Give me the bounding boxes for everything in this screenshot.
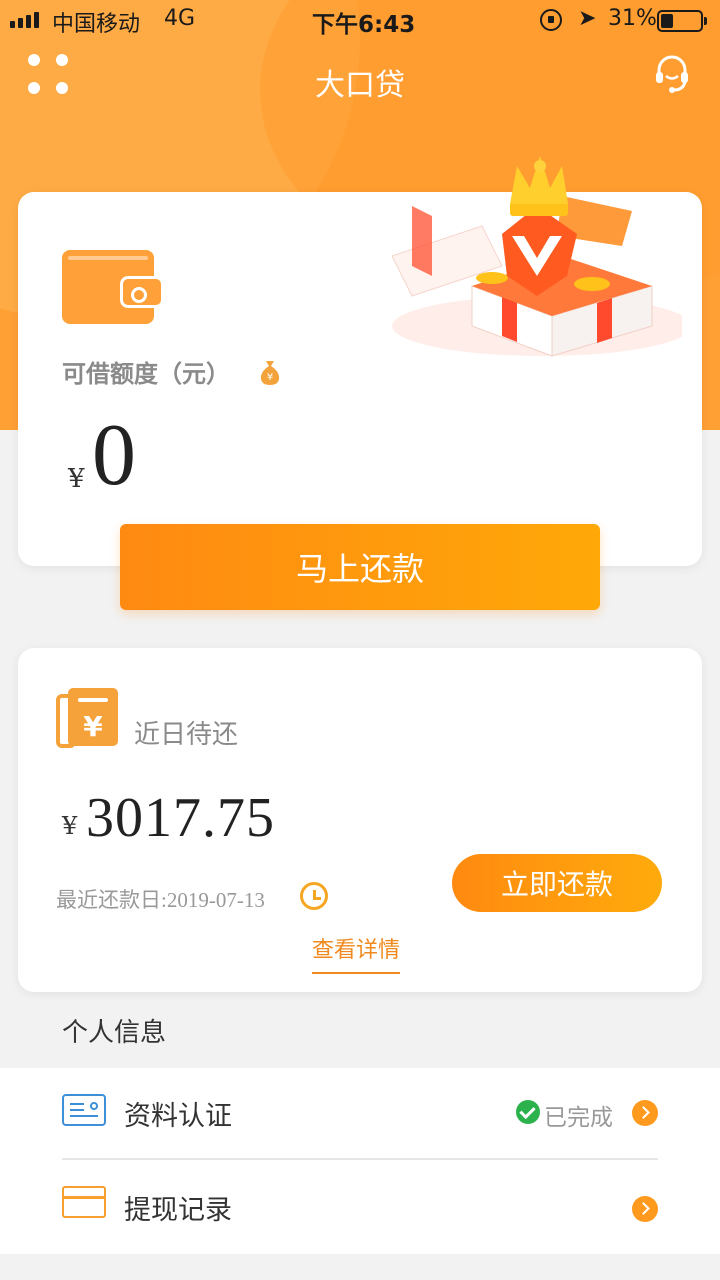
view-details-link[interactable]: 查看详情 — [312, 932, 401, 974]
clock-icon — [300, 882, 328, 910]
due-card: ¥ 近日待还 ¥ 3017.75 最近还款日:2019-07-13 立即还款 查… — [18, 648, 702, 992]
due-currency-symbol: ¥ — [62, 812, 78, 840]
carrier-name: 中国移动 — [52, 12, 141, 37]
due-label: 近日待还 — [134, 720, 239, 750]
chevron-right-icon — [632, 1196, 658, 1222]
gift-box-crown-illustration — [391, 156, 682, 357]
signal-icon — [10, 12, 39, 28]
battery-icon — [657, 10, 707, 32]
battery-percent: 31% — [608, 6, 657, 31]
personal-info-list: 资料认证 已完成 提现记录 — [0, 1068, 720, 1254]
repay-immediately-button[interactable]: 立即还款 — [452, 854, 662, 912]
list-item-profile-verification[interactable]: 资料认证 已完成 — [0, 1068, 720, 1160]
divider — [62, 1158, 658, 1160]
personal-info-title: 个人信息 — [62, 1018, 167, 1048]
location-arrow-icon: ➤ — [578, 6, 597, 31]
due-amount: 3017.75 — [86, 787, 275, 849]
status-bar: 中国移动 4G 下午6:43 ➤ 31% — [0, 0, 720, 40]
due-date-text: 最近还款日:2019-07-13 — [56, 888, 265, 912]
bill-yuan-icon: ¥ — [56, 688, 118, 748]
svg-text:¥: ¥ — [83, 710, 103, 743]
completion-status: 已完成 — [544, 1105, 613, 1131]
network-type: 4G — [164, 6, 196, 31]
list-item-withdrawal-records[interactable]: 提现记录 — [0, 1162, 720, 1254]
check-circle-icon — [516, 1100, 540, 1124]
list-item-label: 资料认证 — [124, 1101, 232, 1132]
top-nav: 大口贷 — [0, 40, 720, 120]
credit-limit-amount: 0 — [92, 407, 136, 504]
headset-icon[interactable] — [652, 52, 692, 94]
credit-limit-label: 可借额度（元） — [62, 360, 230, 388]
svg-text:¥: ¥ — [267, 372, 273, 383]
id-card-icon — [62, 1094, 106, 1126]
list-item-label: 提现记录 — [124, 1195, 232, 1226]
clock-time: 下午6:43 — [312, 12, 416, 38]
page-title: 大口贷 — [315, 68, 405, 103]
rotation-lock-icon — [540, 9, 562, 31]
credit-card: 可借额度（元） ¥ ¥ 0 — [18, 156, 702, 566]
credit-currency-symbol: ¥ — [68, 464, 85, 494]
repay-now-button[interactable]: 马上还款 — [120, 524, 600, 610]
wallet-icon — [62, 250, 164, 324]
money-bag-icon: ¥ — [260, 361, 280, 385]
chevron-right-icon — [632, 1100, 658, 1126]
card-icon — [62, 1186, 106, 1218]
